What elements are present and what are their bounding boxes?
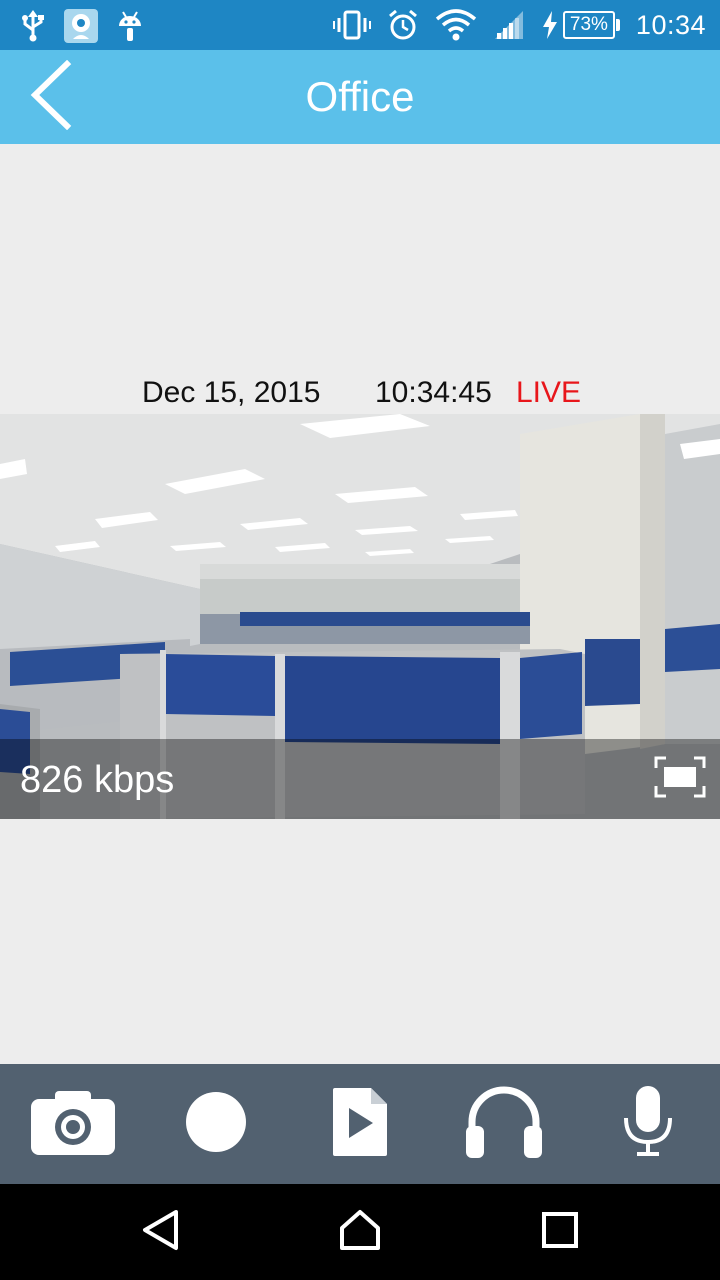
home-icon xyxy=(338,1209,382,1256)
back-icon xyxy=(140,1209,180,1256)
camera-app-icon xyxy=(64,9,98,43)
bitrate-label: 826 kbps xyxy=(20,759,175,801)
nav-recents-button[interactable] xyxy=(525,1202,595,1262)
recents-icon xyxy=(541,1211,579,1254)
back-button[interactable] xyxy=(14,59,88,135)
signal-icon xyxy=(493,9,525,41)
notification-icons xyxy=(20,8,144,44)
playback-button[interactable] xyxy=(315,1084,405,1164)
android-debug-icon xyxy=(116,10,144,42)
talk-button[interactable] xyxy=(603,1084,693,1164)
video-feed[interactable]: 826 kbps xyxy=(0,414,720,819)
microphone-icon xyxy=(623,1085,673,1163)
headphones-icon xyxy=(464,1086,544,1163)
live-badge: LIVE xyxy=(516,376,582,409)
system-icons: 73% 10:34 xyxy=(332,6,706,44)
usb-icon xyxy=(20,10,46,42)
camera-toolbar xyxy=(0,1064,720,1184)
status-bar: 73% 10:34 xyxy=(0,0,720,50)
record-icon xyxy=(185,1091,247,1158)
fullscreen-button[interactable] xyxy=(654,755,706,799)
video-overlay: 826 kbps xyxy=(0,739,720,819)
playback-icon xyxy=(331,1086,389,1163)
chevron-left-icon xyxy=(29,59,73,135)
battery-level: 73% xyxy=(562,11,615,39)
alarm-icon xyxy=(387,9,419,41)
app-bar: Office xyxy=(0,50,720,144)
system-nav-bar xyxy=(0,1184,720,1280)
vibrate-icon xyxy=(332,10,371,40)
status-clock: 10:34 xyxy=(635,9,706,40)
snapshot-button[interactable] xyxy=(28,1084,118,1164)
battery-indicator: 73% xyxy=(541,11,620,39)
wifi-icon xyxy=(435,9,477,41)
nav-home-button[interactable] xyxy=(325,1202,395,1262)
audio-listen-button[interactable] xyxy=(459,1084,549,1164)
stream-info: Dec 15, 2015 10:34:45 LIVE xyxy=(0,372,720,416)
stream-time: 10:34:45 xyxy=(375,376,492,409)
charging-icon xyxy=(541,11,559,39)
camera-icon xyxy=(31,1089,115,1160)
page-title: Office xyxy=(305,73,415,120)
stream-date: Dec 15, 2015 xyxy=(142,376,321,409)
fullscreen-icon xyxy=(654,756,706,798)
nav-back-button[interactable] xyxy=(125,1202,195,1262)
record-button[interactable] xyxy=(171,1084,261,1164)
